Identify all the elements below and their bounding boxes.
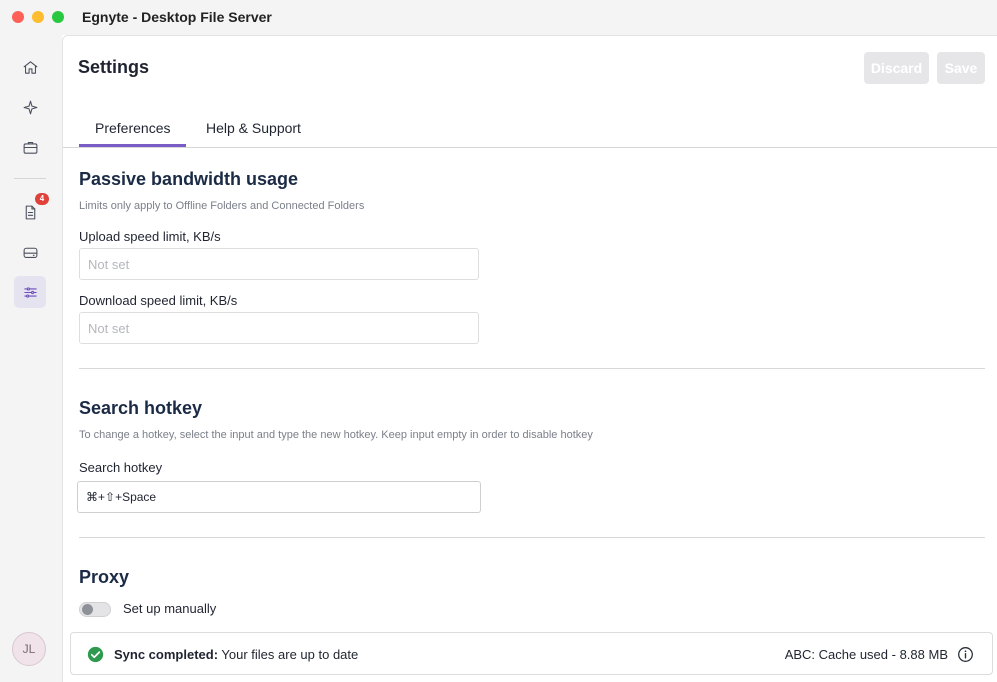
hotkey-input[interactable]: [77, 481, 481, 513]
sliders-icon: [23, 286, 37, 298]
avatar[interactable]: JL: [12, 632, 46, 666]
toggle-knob: [82, 604, 93, 615]
close-window-button[interactable]: [12, 11, 24, 23]
discard-button[interactable]: Discard: [864, 52, 929, 84]
section-divider: [79, 368, 985, 369]
hotkey-description: To change a hotkey, select the input and…: [79, 429, 593, 441]
briefcase-icon: [23, 141, 37, 154]
tab-help-support[interactable]: Help & Support: [206, 120, 301, 136]
sidebar-item-ai-assistant[interactable]: [14, 91, 46, 123]
upload-limit-label: Upload speed limit, KB/s: [79, 229, 221, 244]
window-title: Egnyte - Desktop File Server: [82, 9, 272, 25]
status-bar: Sync completed: Your files are up to dat…: [70, 632, 993, 675]
cache-usage: ABC: Cache used - 8.88 MB: [784, 647, 948, 662]
settings-panel: Settings Discard Save Preferences Help &…: [62, 35, 997, 682]
bandwidth-section-title: Passive bandwidth usage: [79, 169, 299, 189]
home-icon: [23, 60, 37, 74]
upload-limit-input[interactable]: [79, 248, 479, 280]
active-tab-indicator: [79, 144, 186, 147]
title-bar: Egnyte - Desktop File Server: [0, 0, 997, 35]
sidebar-item-home[interactable]: [14, 51, 46, 83]
tab-preferences[interactable]: Preferences: [95, 120, 170, 136]
window-controls: [12, 11, 64, 23]
proxy-toggle-label: Set up manually: [123, 601, 217, 616]
sidebar-item-activity[interactable]: 4: [14, 193, 49, 228]
download-limit-input[interactable]: [79, 312, 479, 344]
minimize-window-button[interactable]: [32, 11, 44, 23]
sidebar-divider: [14, 178, 46, 179]
bandwidth-description: Limits only apply to Offline Folders and…: [79, 200, 365, 212]
sidebar: 4 JL: [0, 35, 62, 682]
info-icon[interactable]: [957, 646, 974, 663]
hotkey-label: Search hotkey: [79, 460, 163, 475]
sidebar-item-briefcase[interactable]: [14, 131, 46, 163]
sidebar-item-settings[interactable]: [14, 276, 46, 308]
proxy-manual-toggle[interactable]: [79, 602, 111, 617]
sync-status-text: Your files are up to date: [218, 647, 359, 662]
tab-bar: Preferences Help & Support: [63, 106, 997, 148]
drive-icon: [23, 247, 37, 258]
page-title: Settings: [78, 57, 150, 77]
notification-badge: 4: [35, 193, 49, 205]
download-limit-label: Download speed limit, KB/s: [79, 293, 238, 308]
sync-status: Sync completed: Your files are up to dat…: [114, 647, 358, 662]
sparkle-icon: [23, 100, 37, 114]
maximize-window-button[interactable]: [52, 11, 64, 23]
check-circle-icon: [87, 646, 104, 663]
sidebar-item-drive[interactable]: [14, 236, 46, 268]
sync-status-bold: Sync completed:: [114, 647, 219, 662]
hotkey-section-title: Search hotkey: [79, 398, 203, 418]
document-icon: [25, 205, 35, 219]
save-button[interactable]: Save: [937, 52, 985, 84]
section-divider: [79, 537, 985, 538]
proxy-section-title: Proxy: [79, 567, 130, 587]
